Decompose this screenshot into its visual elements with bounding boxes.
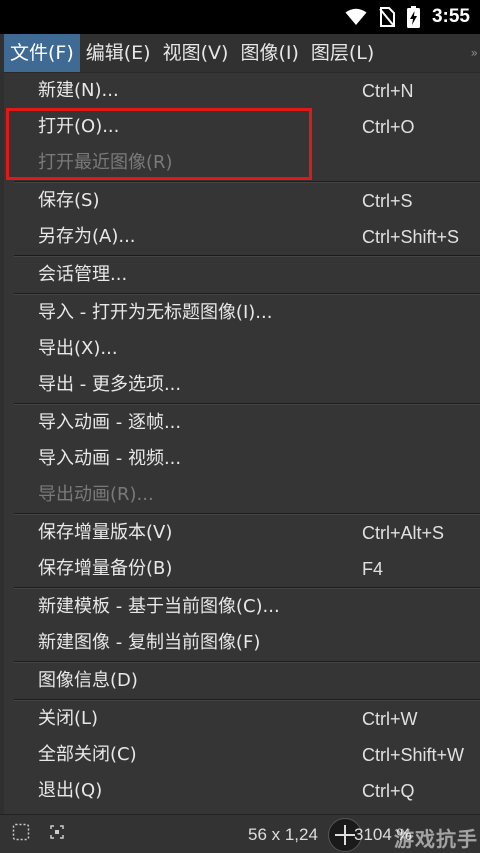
menu-item-label: 会话管理... <box>38 264 128 285</box>
menu-item[interactable]: 导入动画 - 逐帧... <box>4 405 480 441</box>
menu-item[interactable]: 新建图像 - 复制当前图像(F) <box>4 625 480 661</box>
menu-item-label: 导入 - 打开为无标题图像(I)... <box>38 302 273 323</box>
file-menu-dropdown: 新建(N)... Ctrl+N 打开(O)... Ctrl+O 打开最近图像(R) 保存(… <box>4 72 480 815</box>
status-time: 3:55 <box>431 6 470 27</box>
menubar-item-0[interactable]: 文件(F) <box>4 34 80 72</box>
bottom-status-bar: 56 x 1,24 3104 % 游戏抗手 <box>0 814 480 853</box>
menu-item[interactable]: 保存增量备份(B) F4 <box>4 551 480 587</box>
menu-item-label: 全部关闭(C) <box>38 744 137 765</box>
menubar-item-1[interactable]: 编辑(E) <box>80 34 157 72</box>
menu-item-shortcut: F4 <box>362 559 384 579</box>
menu-item-label: 导入动画 - 逐帧... <box>38 412 182 433</box>
fit-screen-icon[interactable] <box>48 823 66 841</box>
menu-item-shortcut: Ctrl+O <box>362 117 415 137</box>
menu-item-label: 图像信息(D) <box>38 670 138 691</box>
menu-item-label: 导出(X)... <box>38 338 118 359</box>
menu-item[interactable]: 退出(Q) Ctrl+Q <box>4 773 480 809</box>
status-icons: 3:55 <box>345 0 470 34</box>
menu-item-shortcut: Ctrl+Shift+S <box>362 227 460 247</box>
menu-item-label: 新建(N)... <box>38 80 119 101</box>
menu-item[interactable]: 会话管理... <box>4 257 480 293</box>
menu-item-shortcut: Ctrl+S <box>362 191 413 211</box>
pointer-coordinates: 56 x 1,24 <box>248 825 318 844</box>
menu-item-shortcut: Ctrl+Q <box>362 781 415 801</box>
menu-item[interactable]: 新建(N)... Ctrl+N <box>4 73 480 109</box>
menu-item-shortcut: Ctrl+N <box>362 81 414 101</box>
menu-item: 打开最近图像(R) <box>4 145 480 181</box>
menu-item-label: 退出(Q) <box>38 780 103 801</box>
menu-item-label: 新建图像 - 复制当前图像(F) <box>38 632 261 653</box>
menu-item-label: 打开最近图像(R) <box>38 152 173 173</box>
menu-item[interactable]: 导入动画 - 视频... <box>4 441 480 477</box>
menu-item[interactable]: 新建模板 - 基于当前图像(C)... <box>4 589 480 625</box>
menu-item-label: 另存为(A)... <box>38 226 136 247</box>
menu-item-label: 导出 - 更多选项... <box>38 374 182 395</box>
selection-circle-icon[interactable] <box>12 823 30 841</box>
menu-item[interactable]: 另存为(A)... Ctrl+Shift+S <box>4 219 480 255</box>
menubar-item-2[interactable]: 视图(V) <box>157 34 235 72</box>
menu-bar: 文件(F) 编辑(E) 视图(V) 图像(I) 图层(L) » <box>0 34 480 72</box>
status-bar: 3:55 <box>0 0 480 34</box>
menu-item-shortcut: Ctrl+Alt+S <box>362 523 445 543</box>
menu-item-shortcut: Ctrl+Shift+W <box>362 745 465 765</box>
menu-item[interactable]: 图像信息(D) <box>4 663 480 699</box>
menu-item[interactable]: 打开(O)... Ctrl+O <box>4 109 480 145</box>
menu-item[interactable]: 全部关闭(C) Ctrl+Shift+W <box>4 737 480 773</box>
menu-item-label: 导入动画 - 视频... <box>38 448 182 469</box>
menu-item[interactable]: 导出(X)... <box>4 331 480 367</box>
menu-item-label: 保存(S) <box>38 190 100 211</box>
menu-item-label: 新建模板 - 基于当前图像(C)... <box>38 596 280 617</box>
menu-item-label: 导出动画(R)... <box>38 484 154 505</box>
no-sim-icon <box>379 7 395 27</box>
menu-item[interactable]: 导出 - 更多选项... <box>4 367 480 403</box>
menubar-item-4[interactable]: 图层(L) <box>305 34 380 72</box>
menubar-overflow-icon[interactable]: » <box>471 34 478 72</box>
menu-item-label: 打开(O)... <box>38 116 120 137</box>
menu-item[interactable]: 导入 - 打开为无标题图像(I)... <box>4 295 480 331</box>
menu-item-label: 关闭(L) <box>38 708 99 729</box>
menu-item[interactable]: 关闭(L) Ctrl+W <box>4 701 480 737</box>
menu-item-shortcut: Ctrl+W <box>362 709 418 729</box>
menu-item[interactable]: 保存(S) Ctrl+S <box>4 183 480 219</box>
menu-item-label: 保存增量备份(B) <box>38 558 173 579</box>
menubar-item-3[interactable]: 图像(I) <box>234 34 304 72</box>
screen: 3:55 文件(F) 编辑(E) 视图(V) 图像(I) 图层(L) » 新建(N)...… <box>0 0 480 853</box>
watermark-text: 游戏抗手 <box>394 827 478 851</box>
menu-item-label: 保存增量版本(V) <box>38 522 173 543</box>
battery-charging-icon <box>406 6 420 28</box>
menu-item: 导出动画(R)... <box>4 477 480 513</box>
menu-item[interactable]: 保存增量版本(V) Ctrl+Alt+S <box>4 515 480 551</box>
wifi-icon <box>345 8 367 25</box>
